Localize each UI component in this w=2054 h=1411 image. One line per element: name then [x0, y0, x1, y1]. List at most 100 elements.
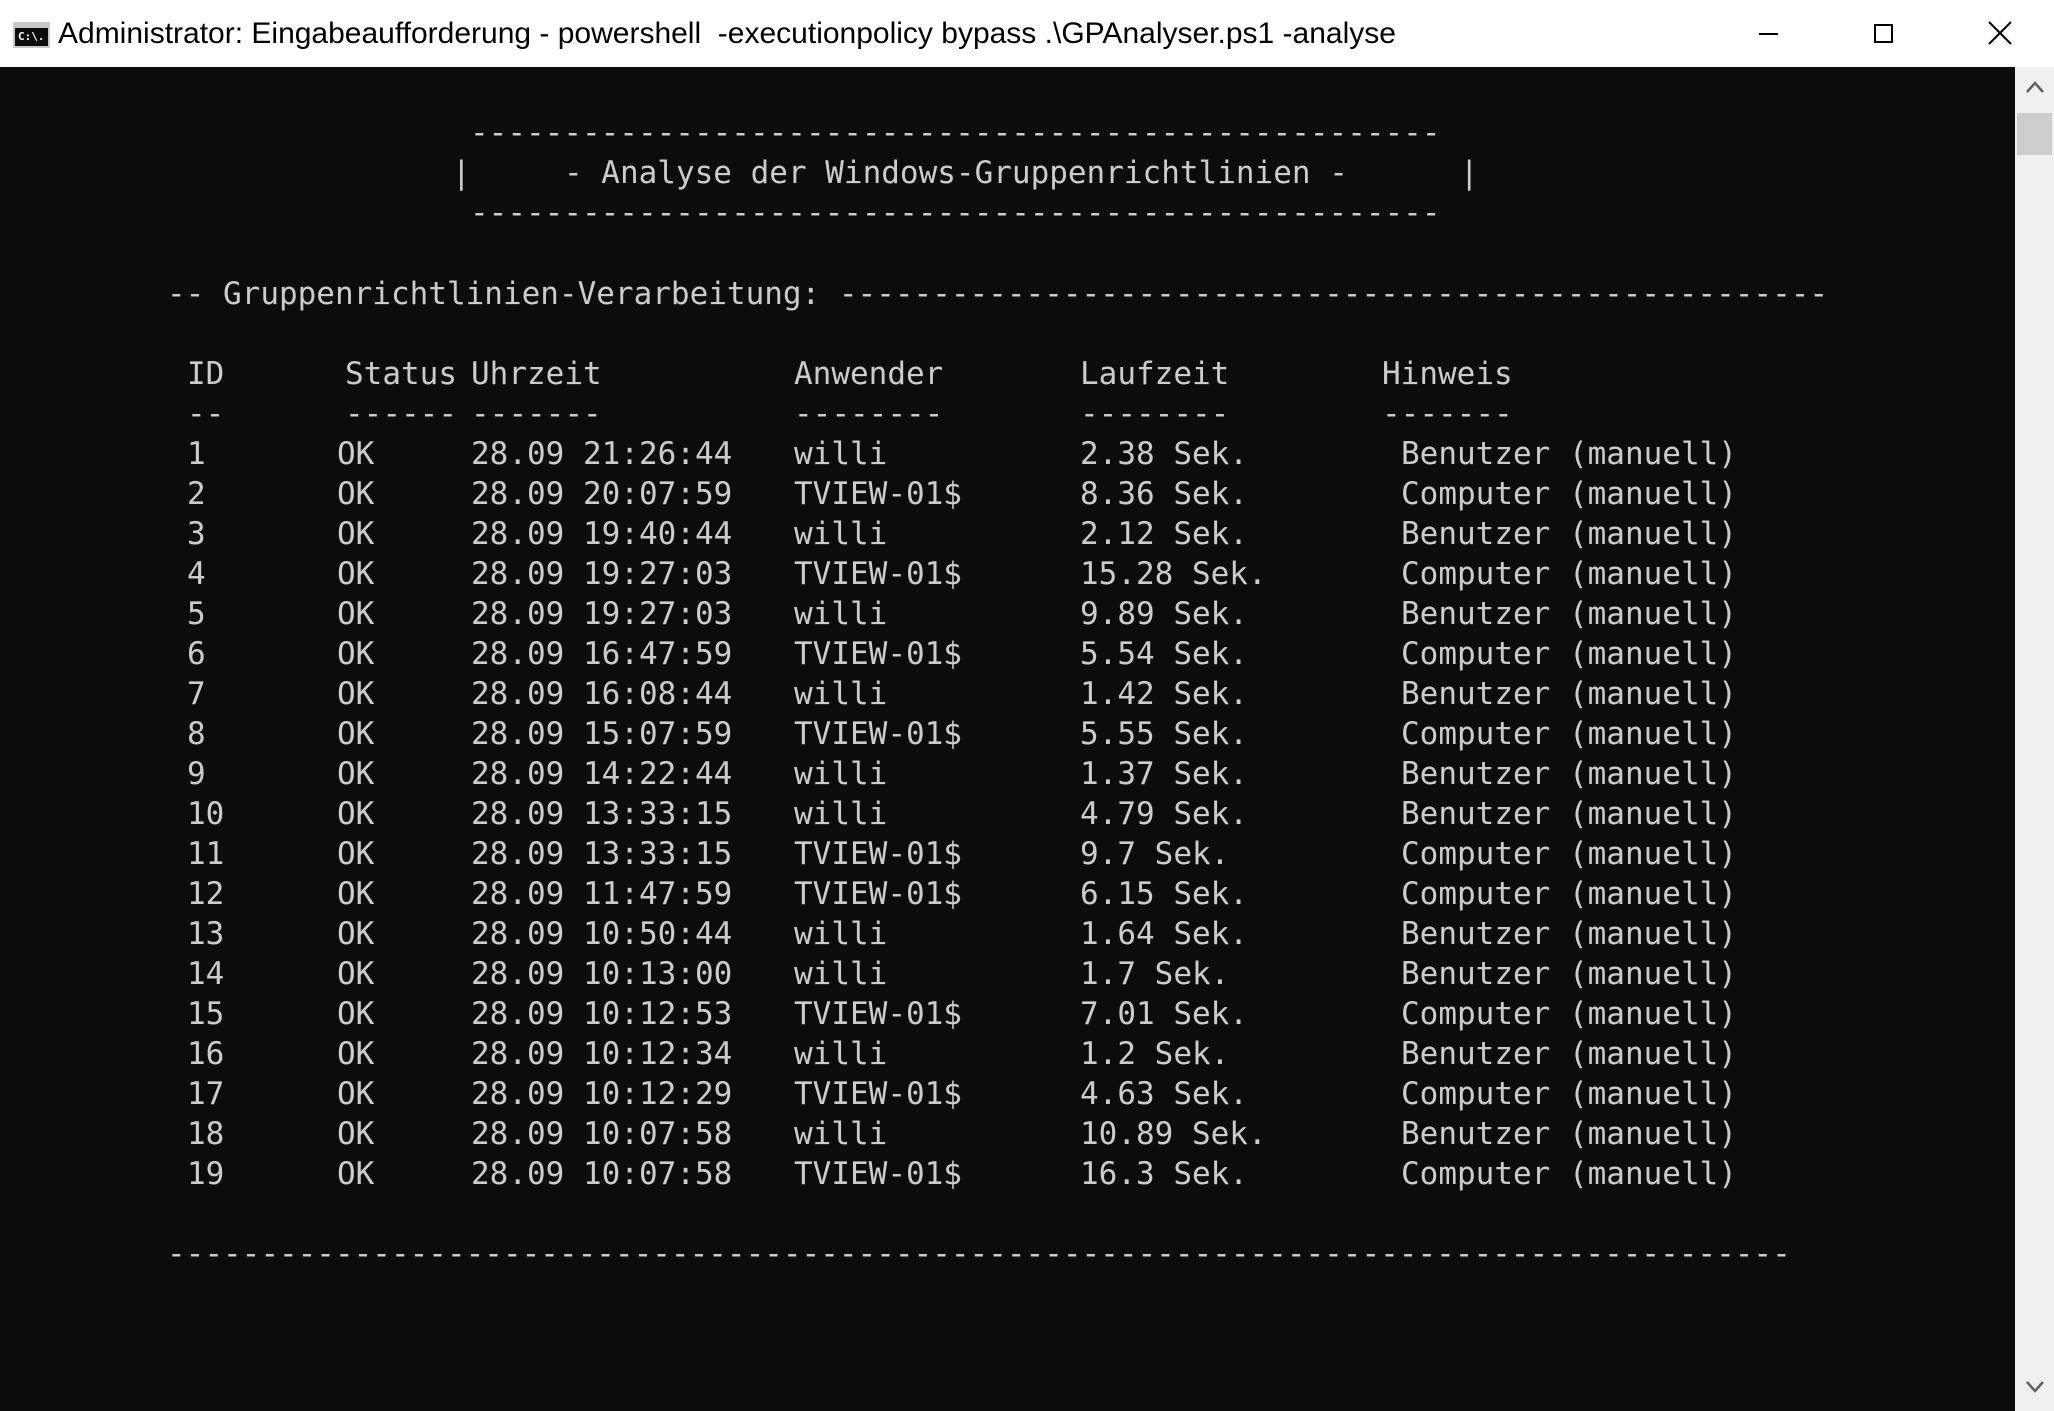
table-cell-anwender: TVIEW-01$: [794, 836, 962, 872]
table-cell-anwender: TVIEW-01$: [794, 636, 962, 672]
section-header: -- Gruppenrichtlinien-Verarbeitung: ----…: [167, 276, 1829, 312]
table-cell-status: OK: [337, 596, 375, 632]
scroll-up-button[interactable]: [2015, 67, 2054, 111]
table-cell-anwender: TVIEW-01$: [794, 996, 962, 1032]
column-header-anwender: Anwender: [794, 356, 944, 392]
table-cell-laufzeit: 7.01 Sek.: [1080, 996, 1248, 1032]
table-cell-id: 1: [187, 436, 206, 472]
table-cell-uhrzeit: 28.09 16:08:44: [471, 676, 733, 712]
table-cell-hinweis: Computer (manuell): [1401, 1156, 1737, 1192]
window-title: Administrator: Eingabeaufforderung - pow…: [58, 17, 1396, 50]
table-cell-uhrzeit: 28.09 19:40:44: [471, 516, 733, 552]
column-header-uhrzeit: Uhrzeit: [471, 356, 602, 392]
table-cell-status: OK: [337, 916, 375, 952]
table-cell-laufzeit: 2.38 Sek.: [1080, 436, 1248, 472]
table-cell-hinweis: Benutzer (manuell): [1401, 676, 1737, 712]
table-cell-anwender: willi: [794, 596, 888, 632]
table-cell-id: 19: [187, 1156, 225, 1192]
table-cell-status: OK: [337, 796, 375, 832]
table-cell-id: 17: [187, 1076, 225, 1112]
table-cell-id: 14: [187, 956, 225, 992]
table-cell-uhrzeit: 28.09 11:47:59: [471, 876, 733, 912]
table-cell-uhrzeit: 28.09 16:47:59: [471, 636, 733, 672]
table-cell-id: 11: [187, 836, 225, 872]
table-cell-id: 9: [187, 756, 206, 792]
table-cell-id: 7: [187, 676, 206, 712]
title-bar[interactable]: C:\. Administrator: Eingabeaufforderung …: [0, 0, 2054, 67]
table-cell-anwender: willi: [794, 796, 888, 832]
column-header-laufzeit: Laufzeit: [1080, 356, 1230, 392]
table-cell-status: OK: [337, 436, 375, 472]
table-cell-status: OK: [337, 996, 375, 1032]
chevron-down-icon: [2026, 1381, 2044, 1393]
table-cell-uhrzeit: 28.09 21:26:44: [471, 436, 733, 472]
column-header-hinweis: Hinweis: [1382, 356, 1513, 392]
minimize-button[interactable]: [1710, 0, 1826, 67]
table-cell-laufzeit: 9.7 Sek.: [1080, 836, 1230, 872]
console-app-icon[interactable]: C:\.: [13, 22, 50, 48]
table-cell-id: 2: [187, 476, 206, 512]
table-cell-uhrzeit: 28.09 19:27:03: [471, 596, 733, 632]
table-cell-status: OK: [337, 716, 375, 752]
column-underline-hinweis: -------: [1382, 396, 1513, 432]
table-cell-laufzeit: 4.79 Sek.: [1080, 796, 1248, 832]
column-header-status: Status: [345, 356, 457, 392]
column-underline-anwender: --------: [794, 396, 944, 432]
close-button[interactable]: [1942, 0, 2054, 67]
table-cell-laufzeit: 2.12 Sek.: [1080, 516, 1248, 552]
chevron-up-icon: [2026, 81, 2044, 93]
banner-top-rule: ----------------------------------------…: [470, 115, 1441, 151]
table-cell-hinweis: Benutzer (manuell): [1401, 956, 1737, 992]
table-cell-uhrzeit: 28.09 13:33:15: [471, 836, 733, 872]
console-icon-text: C:\.: [18, 30, 45, 43]
scroll-thumb[interactable]: [2017, 113, 2052, 155]
table-cell-anwender: willi: [794, 916, 888, 952]
table-cell-id: 4: [187, 556, 206, 592]
banner-title: | - Analyse der Windows-Gruppenrichtlini…: [452, 155, 1479, 191]
table-cell-status: OK: [337, 516, 375, 552]
footer-rule: ----------------------------------------…: [167, 1236, 1791, 1272]
table-cell-hinweis: Computer (manuell): [1401, 996, 1737, 1032]
column-underline-id: --: [187, 396, 225, 432]
table-cell-anwender: TVIEW-01$: [794, 716, 962, 752]
table-cell-status: OK: [337, 476, 375, 512]
table-cell-hinweis: Benutzer (manuell): [1401, 436, 1737, 472]
table-cell-laufzeit: 10.89 Sek.: [1080, 1116, 1267, 1152]
close-icon: [1988, 21, 2012, 45]
table-cell-status: OK: [337, 956, 375, 992]
vertical-scrollbar[interactable]: [2015, 67, 2054, 1411]
table-cell-id: 15: [187, 996, 225, 1032]
table-cell-status: OK: [337, 1076, 375, 1112]
table-cell-laufzeit: 1.37 Sek.: [1080, 756, 1248, 792]
table-cell-id: 13: [187, 916, 225, 952]
table-cell-id: 6: [187, 636, 206, 672]
table-cell-id: 8: [187, 716, 206, 752]
table-cell-laufzeit: 16.3 Sek.: [1080, 1156, 1248, 1192]
table-cell-uhrzeit: 28.09 14:22:44: [471, 756, 733, 792]
table-cell-anwender: willi: [794, 956, 888, 992]
table-cell-status: OK: [337, 1156, 375, 1192]
table-cell-hinweis: Benutzer (manuell): [1401, 756, 1737, 792]
console-output[interactable]: ----------------------------------------…: [0, 67, 2015, 1411]
table-cell-hinweis: Computer (manuell): [1401, 476, 1737, 512]
table-cell-hinweis: Computer (manuell): [1401, 556, 1737, 592]
column-underline-uhrzeit: -------: [471, 396, 602, 432]
table-cell-anwender: willi: [794, 516, 888, 552]
table-cell-hinweis: Computer (manuell): [1401, 836, 1737, 872]
table-cell-anwender: TVIEW-01$: [794, 476, 962, 512]
table-cell-laufzeit: 1.2 Sek.: [1080, 1036, 1230, 1072]
column-underline-laufzeit: --------: [1080, 396, 1230, 432]
table-cell-status: OK: [337, 836, 375, 872]
table-cell-status: OK: [337, 636, 375, 672]
table-cell-laufzeit: 15.28 Sek.: [1080, 556, 1267, 592]
table-cell-id: 10: [187, 796, 225, 832]
table-cell-anwender: willi: [794, 756, 888, 792]
scroll-down-button[interactable]: [2015, 1367, 2054, 1411]
table-cell-hinweis: Benutzer (manuell): [1401, 1036, 1737, 1072]
column-header-id: ID: [187, 356, 225, 392]
table-cell-uhrzeit: 28.09 10:50:44: [471, 916, 733, 952]
table-cell-status: OK: [337, 756, 375, 792]
table-cell-uhrzeit: 28.09 10:13:00: [471, 956, 733, 992]
table-cell-hinweis: Computer (manuell): [1401, 636, 1737, 672]
maximize-button[interactable]: [1826, 0, 1942, 67]
